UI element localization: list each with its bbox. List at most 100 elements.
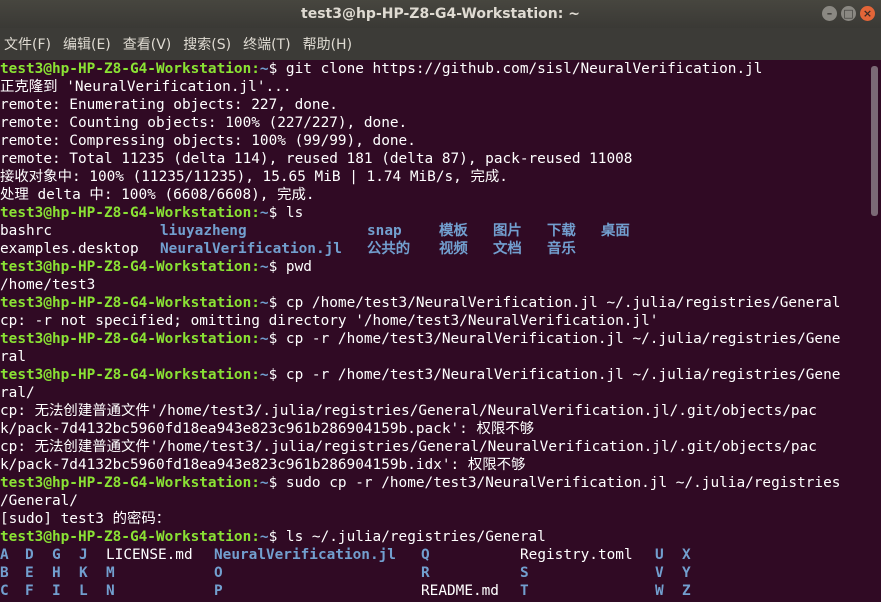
command-text: pwd bbox=[285, 259, 312, 275]
directory-entry: A bbox=[0, 547, 9, 563]
prompt-path: ~ bbox=[259, 529, 269, 545]
prompt-user: test3@hp-HP-Z8-G4-Workstation: bbox=[0, 205, 260, 221]
command-text: git clone https://github.com/sisl/Neural… bbox=[285, 61, 763, 77]
prompt-user: test3@hp-HP-Z8-G4-Workstation: bbox=[0, 259, 260, 275]
directory-entry: N bbox=[106, 583, 115, 599]
directory-entry: Y bbox=[682, 565, 691, 581]
directory-entry: X bbox=[682, 547, 691, 563]
directory-entry: snap bbox=[367, 223, 402, 239]
menu-help[interactable]: 帮助(H) bbox=[299, 34, 360, 54]
menu-file[interactable]: 文件(F) bbox=[0, 34, 59, 54]
prompt-path: ~ bbox=[259, 295, 269, 311]
directory-entry: 公共的 bbox=[367, 241, 411, 257]
directory-entry: M bbox=[106, 565, 115, 581]
prompt-line: test3@hp-HP-Z8-G4-Workstation:~$ sudo cp… bbox=[0, 474, 868, 492]
ls-output-row: C F I L N P README.md T W Z bbox=[0, 582, 868, 600]
prompt-line: test3@hp-HP-Z8-G4-Workstation:~$ git clo… bbox=[0, 60, 868, 78]
prompt-path: ~ bbox=[259, 205, 269, 221]
prompt-line: test3@hp-HP-Z8-G4-Workstation:~$ ls bbox=[0, 204, 868, 222]
output-line: 接收对象中: 100% (11235/11235), 15.65 MiB | 1… bbox=[0, 169, 508, 185]
prompt-user: test3@hp-HP-Z8-G4-Workstation: bbox=[0, 367, 260, 383]
prompt-line: test3@hp-HP-Z8-G4-Workstation:~$ ls ~/.j… bbox=[0, 528, 868, 546]
menu-edit[interactable]: 编辑(E) bbox=[59, 34, 119, 54]
close-button[interactable]: × bbox=[860, 6, 875, 21]
command-text: sudo cp -r /home/test3/NeuralVerificatio… bbox=[285, 475, 841, 491]
output-line: remote: Enumerating objects: 227, done. bbox=[0, 97, 338, 113]
ls-output-row: bashrc liuyazheng snap 模板 图片 下载 桌面 bbox=[0, 222, 868, 240]
directory-entry: O bbox=[214, 565, 223, 581]
prompt-line: test3@hp-HP-Z8-G4-Workstation:~$ cp -r /… bbox=[0, 366, 868, 384]
command-text: ls ~/.julia/registries/General bbox=[285, 529, 546, 545]
output-line: ral/ bbox=[0, 385, 35, 401]
file-entry: bashrc bbox=[0, 223, 52, 239]
output-line: cp: -r not specified; omitting directory… bbox=[0, 313, 659, 329]
directory-entry: I bbox=[52, 583, 61, 599]
prompt-line: test3@hp-HP-Z8-G4-Workstation:~$ pwd bbox=[0, 258, 868, 276]
prompt-path: ~ bbox=[259, 61, 269, 77]
directory-entry: 视频 bbox=[439, 241, 468, 257]
directory-entry: NeuralVerification.jl bbox=[160, 241, 342, 257]
menu-terminal[interactable]: 终端(T) bbox=[239, 34, 298, 54]
output-line: ral bbox=[0, 349, 26, 365]
prompt-symbol: $ bbox=[268, 61, 286, 77]
prompt-symbol: $ bbox=[268, 475, 286, 491]
window-controls: – □ × bbox=[822, 6, 875, 21]
directory-entry: 下载 bbox=[547, 223, 576, 239]
directory-entry: C bbox=[0, 583, 9, 599]
ls-output-row: A D G J LICENSE.md NeuralVerification.jl Q Regi… bbox=[0, 546, 868, 564]
maximize-button[interactable]: □ bbox=[841, 6, 856, 21]
window-title: test3@hp-HP-Z8-G4-Workstation: ~ bbox=[301, 6, 580, 22]
scrollbar-thumb[interactable] bbox=[871, 66, 878, 216]
directory-entry: Z bbox=[682, 583, 691, 599]
window-titlebar[interactable]: test3@hp-HP-Z8-G4-Workstation: ~ – □ × bbox=[0, 0, 881, 28]
prompt-symbol: $ bbox=[268, 331, 286, 347]
command-text: ls bbox=[285, 205, 304, 221]
prompt-symbol: $ bbox=[268, 205, 286, 221]
directory-entry: G bbox=[52, 547, 61, 563]
output-line: [sudo] test3 的密码： bbox=[0, 511, 171, 527]
directory-entry: 图片 bbox=[493, 223, 522, 239]
output-line: cp: 无法创建普通文件'/home/test3/.julia/registri… bbox=[0, 439, 817, 455]
directory-entry: L bbox=[79, 583, 88, 599]
command-text: cp /home/test3/NeuralVerification.jl ~/.… bbox=[285, 295, 841, 311]
file-entry: README.md bbox=[421, 583, 499, 599]
menu-search[interactable]: 搜索(S) bbox=[179, 34, 239, 54]
scrollbar[interactable] bbox=[868, 60, 881, 602]
output-line: remote: Counting objects: 100% (227/227)… bbox=[0, 115, 408, 131]
prompt-user: test3@hp-HP-Z8-G4-Workstation: bbox=[0, 61, 260, 77]
output-line: 正克隆到 'NeuralVerification.jl'... bbox=[0, 79, 292, 95]
output-line: k/pack-7d4132bc5960fd18ea943e823c961b286… bbox=[0, 457, 526, 473]
prompt-path: ~ bbox=[259, 367, 269, 383]
prompt-symbol: $ bbox=[268, 295, 286, 311]
directory-entry: S bbox=[520, 565, 529, 581]
output-line: remote: Total 11235 (delta 114), reused … bbox=[0, 151, 633, 167]
directory-entry: 模板 bbox=[439, 223, 468, 239]
prompt-line: test3@hp-HP-Z8-G4-Workstation:~$ cp /hom… bbox=[0, 294, 868, 312]
terminal-output[interactable]: test3@hp-HP-Z8-G4-Workstation:~$ git clo… bbox=[0, 60, 868, 602]
directory-entry: T bbox=[520, 583, 529, 599]
directory-entry: D bbox=[25, 547, 34, 563]
output-line: 处理 delta 中: 100% (6608/6608), 完成. bbox=[0, 187, 315, 203]
directory-entry: B bbox=[0, 565, 9, 581]
directory-entry: K bbox=[79, 565, 88, 581]
directory-entry: H bbox=[52, 565, 61, 581]
prompt-symbol: $ bbox=[268, 529, 286, 545]
prompt-line: test3@hp-HP-Z8-G4-Workstation:~$ cp -r /… bbox=[0, 330, 868, 348]
directory-entry: NeuralVerification.jl bbox=[214, 547, 396, 563]
directory-entry: J bbox=[79, 547, 88, 563]
output-line: /General/ bbox=[0, 493, 78, 509]
directory-entry: V bbox=[655, 565, 664, 581]
minimize-button[interactable]: – bbox=[822, 6, 837, 21]
prompt-symbol: $ bbox=[268, 259, 286, 275]
directory-entry: Q bbox=[421, 547, 430, 563]
directory-entry: U bbox=[655, 547, 664, 563]
menu-view[interactable]: 查看(V) bbox=[119, 34, 180, 54]
directory-entry: 桌面 bbox=[601, 223, 630, 239]
command-text: cp -r /home/test3/NeuralVerification.jl … bbox=[285, 331, 841, 347]
ls-output-row: BE H K M O R S V Y bbox=[0, 564, 868, 582]
prompt-path: ~ bbox=[259, 475, 269, 491]
directory-entry: R bbox=[421, 565, 430, 581]
prompt-symbol: $ bbox=[268, 367, 286, 383]
prompt-user: test3@hp-HP-Z8-G4-Workstation: bbox=[0, 529, 260, 545]
directory-entry: 文档 bbox=[493, 241, 522, 257]
